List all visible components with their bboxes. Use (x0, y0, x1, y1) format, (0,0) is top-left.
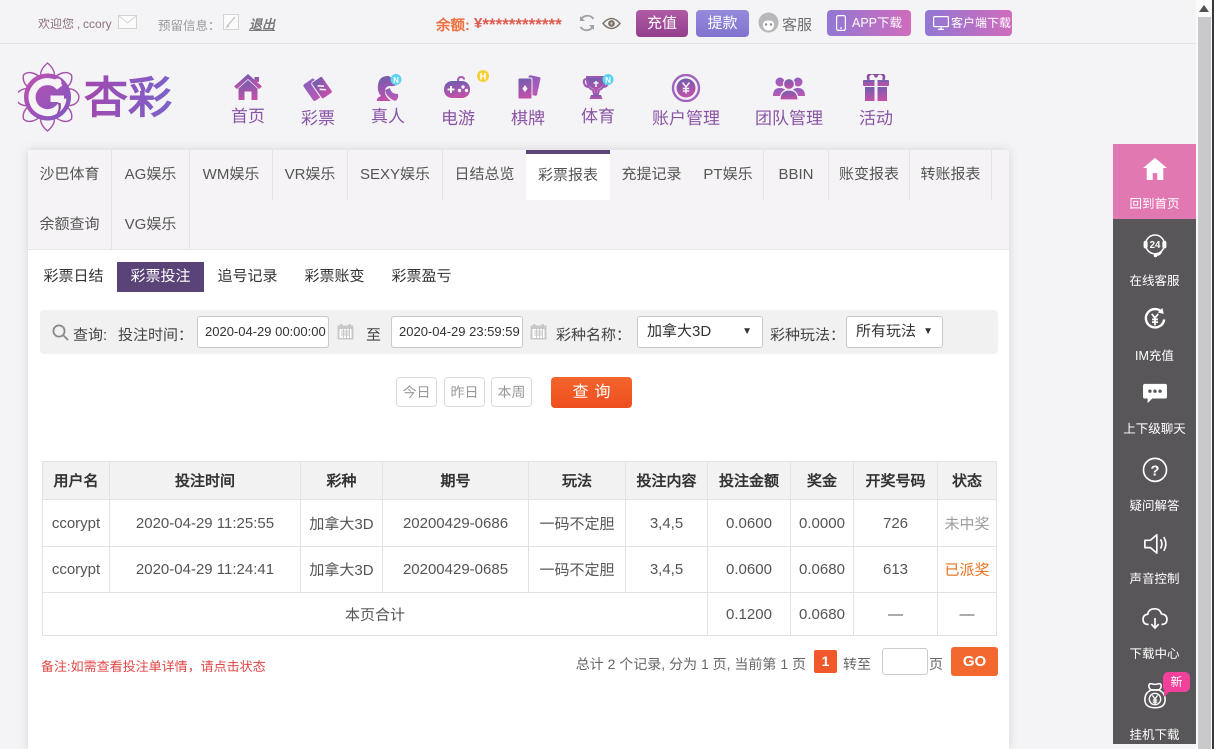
svg-text:N: N (393, 76, 399, 85)
svg-text:?: ? (1150, 463, 1159, 479)
svg-text:N: N (605, 76, 611, 85)
svg-text:24: 24 (1149, 240, 1160, 251)
svg-text:H: H (480, 72, 487, 82)
svg-text:杏彩: 杏彩 (84, 62, 172, 126)
